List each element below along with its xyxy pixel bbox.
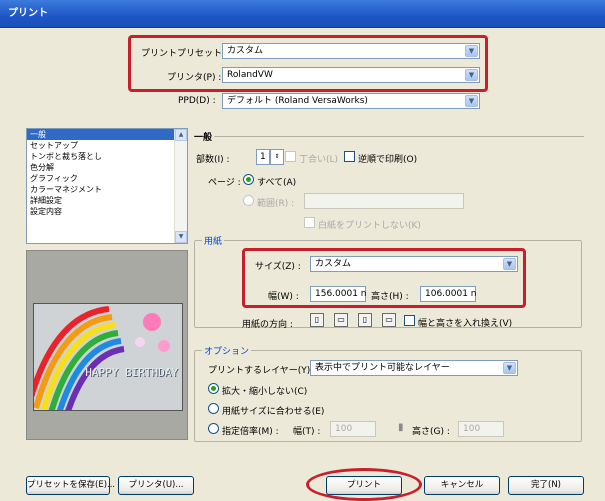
width-label: 幅(W) : [268,292,299,302]
swap-dimensions-label: 幅と高さを入れ換え(V) [418,319,513,329]
divider [214,136,584,137]
scroll-down-icon[interactable]: ▼ [175,231,187,243]
print-layers-select[interactable]: 表示中でプリント可能なレイヤー ▼ [310,360,518,376]
pages-range-label: 範囲(R) : [257,199,295,209]
scale-width-input[interactable]: 100 [330,421,376,437]
general-section-title: 一般 [194,133,213,143]
sidebar-item-color-management[interactable]: カラーマネジメント [27,184,187,195]
print-button[interactable]: プリント [326,476,402,495]
chevron-down-icon: ▼ [503,258,516,270]
sidebar-item-general[interactable]: 一般 [27,129,187,140]
scale-width-label: 幅(T) : [293,427,321,437]
swap-dimensions-checkbox[interactable] [404,315,415,326]
collate-checkbox[interactable] [285,151,296,162]
options-section-title: オプション [202,344,252,357]
pages-all-label: すべて(A) [257,178,297,188]
sidebar-item-advanced[interactable]: 詳細設定 [27,195,187,206]
custom-scale-radio[interactable] [208,423,219,434]
pages-label: ページ : [208,178,241,188]
fit-to-paper-label: 用紙サイズに合わせる(E) [222,407,325,417]
sidebar-item-setup[interactable]: セットアップ [27,140,187,151]
chevron-down-icon: ▼ [465,69,478,81]
skip-blank-label: 白紙をプリントしない(K) [318,221,421,231]
scale-height-label: 高さ(G) : [412,427,450,437]
reverse-order-label: 逆順で印刷(O) [358,155,418,165]
width-input[interactable]: 156.0001 n [310,286,367,302]
scroll-up-icon[interactable]: ▲ [175,129,187,141]
paper-size-value: カスタム [315,259,352,269]
fit-to-paper-radio[interactable] [208,403,219,414]
chevron-down-icon: ▼ [465,45,478,57]
orientation-label: 用紙の方向 : [242,320,293,330]
done-button[interactable]: 完了(N) [508,476,584,495]
skip-blank-checkbox[interactable] [304,217,315,228]
pages-all-radio[interactable] [243,174,254,185]
chevron-down-icon: ▼ [465,95,478,107]
category-list[interactable]: 一般 セットアップ トンボと裁ち落とし 色分解 グラフィック カラーマネジメント… [26,128,188,244]
height-input[interactable]: 106.0001 n [420,286,477,302]
chevron-down-icon: ▼ [503,362,516,374]
printer-button[interactable]: プリンタ(U)... [118,476,194,495]
ppd-label: PPD(D) : [178,96,216,106]
scale-height-input[interactable]: 100 [458,421,504,437]
no-scale-label: 拡大・縮小しない(C) [222,387,308,397]
preview-card: HAPPY BIRTHDAY [33,303,183,411]
paper-section-title: 用紙 [202,234,225,247]
printer-value: RolandVW [227,70,273,80]
reverse-landscape-icon[interactable]: ▭ [382,313,396,327]
link-icon[interactable]: ▮ [398,422,404,433]
card-artwork [34,306,170,410]
custom-scale-label: 指定倍率(M) : [222,427,279,437]
sidebar-item-summary[interactable]: 設定内容 [27,206,187,217]
portrait-icon[interactable]: ▯ [310,313,324,327]
preset-select[interactable]: カスタム ▼ [222,43,480,59]
sidebar-item-marks-bleed[interactable]: トンボと裁ち落とし [27,151,187,162]
height-label: 高さ(H) : [371,292,409,302]
preset-value: カスタム [227,46,264,56]
list-scrollbar[interactable]: ▲ ▼ [174,129,187,243]
printer-label: プリンタ(P) : [167,73,222,83]
save-preset-button[interactable]: プリセットを保存(E)... [26,476,115,495]
pages-range-radio[interactable] [243,195,254,206]
card-text: HAPPY BIRTHDAY [85,366,178,379]
page-range-input[interactable] [304,193,464,209]
reverse-order-checkbox[interactable] [344,151,355,162]
printer-select[interactable]: RolandVW ▼ [222,67,480,83]
print-layers-value: 表示中でプリント可能なレイヤー [315,363,450,373]
copies-spinner-icon[interactable]: ⇕ [270,149,284,165]
cancel-button[interactable]: キャンセル [424,476,500,495]
ppd-value: デフォルト (Roland VersaWorks) [227,96,368,106]
paper-size-select[interactable]: カスタム ▼ [310,256,518,272]
landscape-icon[interactable]: ▭ [334,313,348,327]
no-scale-radio[interactable] [208,383,219,394]
print-layers-label: プリントするレイヤー(Y) : [208,366,317,376]
print-preview: HAPPY BIRTHDAY [26,250,188,440]
collate-label: 丁合い(L) [299,155,339,165]
ppd-select[interactable]: デフォルト (Roland VersaWorks) ▼ [222,93,480,109]
copies-input[interactable]: 1 [256,149,270,165]
print-dialog: プリント プリントプリセット(S) : カスタム ▼ プリンタ(P) : Rol… [0,0,605,501]
dialog-title: プリント [0,0,605,28]
reverse-portrait-icon[interactable]: ▯ [358,313,372,327]
copies-label: 部数(I) : [196,155,230,165]
sidebar-item-graphics[interactable]: グラフィック [27,173,187,184]
sidebar-item-separations[interactable]: 色分解 [27,162,187,173]
paper-size-label: サイズ(Z) : [255,262,301,272]
